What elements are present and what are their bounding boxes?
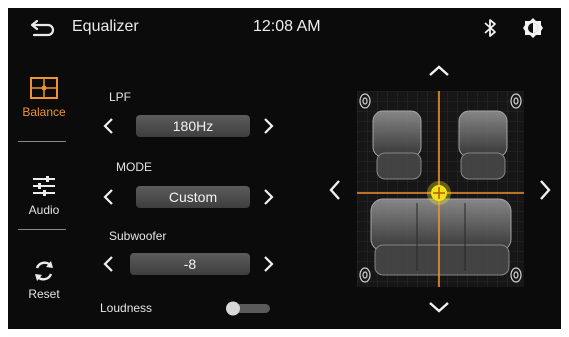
balance-crosshair-icon bbox=[30, 77, 58, 99]
arrow-down-icon[interactable] bbox=[427, 300, 451, 314]
mode-previous-button[interactable] bbox=[102, 188, 116, 206]
sidebar-item-reset[interactable]: Reset bbox=[8, 260, 80, 301]
sidebar-item-audio[interactable]: Audio bbox=[8, 174, 80, 217]
brightness-icon[interactable] bbox=[522, 17, 544, 39]
bluetooth-icon[interactable] bbox=[483, 18, 497, 38]
subwoofer-label: Subwoofer bbox=[109, 229, 167, 243]
top-bar: Equalizer 12:08 AM bbox=[8, 8, 561, 48]
rear-bench-seat bbox=[370, 198, 512, 276]
reset-icon bbox=[35, 261, 53, 281]
balance-panel[interactable] bbox=[357, 91, 524, 287]
crosshair-handle-icon bbox=[427, 181, 451, 205]
loudness-label: Loudness bbox=[100, 301, 153, 315]
front-left-seat bbox=[372, 110, 422, 180]
lpf-decrease-button[interactable] bbox=[102, 117, 116, 135]
back-arrow-icon[interactable] bbox=[30, 18, 56, 38]
subwoofer-value: -8 bbox=[130, 253, 250, 275]
clock: 12:08 AM bbox=[253, 18, 321, 35]
sidebar-item-balance[interactable]: Balance bbox=[8, 76, 80, 119]
arrow-left-icon[interactable] bbox=[328, 178, 342, 202]
equalizer-screen: Equalizer 12:08 AM Balance Audio Reset L… bbox=[8, 8, 561, 329]
sliders-icon bbox=[33, 176, 55, 196]
front-right-seat bbox=[458, 110, 508, 180]
sidebar-divider bbox=[18, 229, 66, 230]
sidebar-label-reset: Reset bbox=[28, 287, 60, 301]
lpf-label: LPF bbox=[109, 90, 132, 104]
sidebar-divider bbox=[18, 141, 66, 142]
mode-next-button[interactable] bbox=[261, 188, 275, 206]
subwoofer-decrease-button[interactable] bbox=[102, 255, 116, 273]
loudness-toggle[interactable] bbox=[222, 300, 272, 316]
page-title: Equalizer bbox=[72, 18, 139, 35]
subwoofer-increase-button[interactable] bbox=[261, 255, 275, 273]
arrow-right-icon[interactable] bbox=[538, 178, 552, 202]
mode-value: Custom bbox=[136, 186, 250, 208]
mode-label: MODE bbox=[116, 160, 152, 174]
arrow-up-icon[interactable] bbox=[427, 64, 451, 78]
sidebar-label-audio: Audio bbox=[28, 203, 60, 217]
lpf-increase-button[interactable] bbox=[261, 117, 275, 135]
lpf-value: 180Hz bbox=[136, 115, 250, 137]
sidebar-label-balance: Balance bbox=[22, 105, 66, 119]
car-seats-icon bbox=[357, 91, 524, 287]
